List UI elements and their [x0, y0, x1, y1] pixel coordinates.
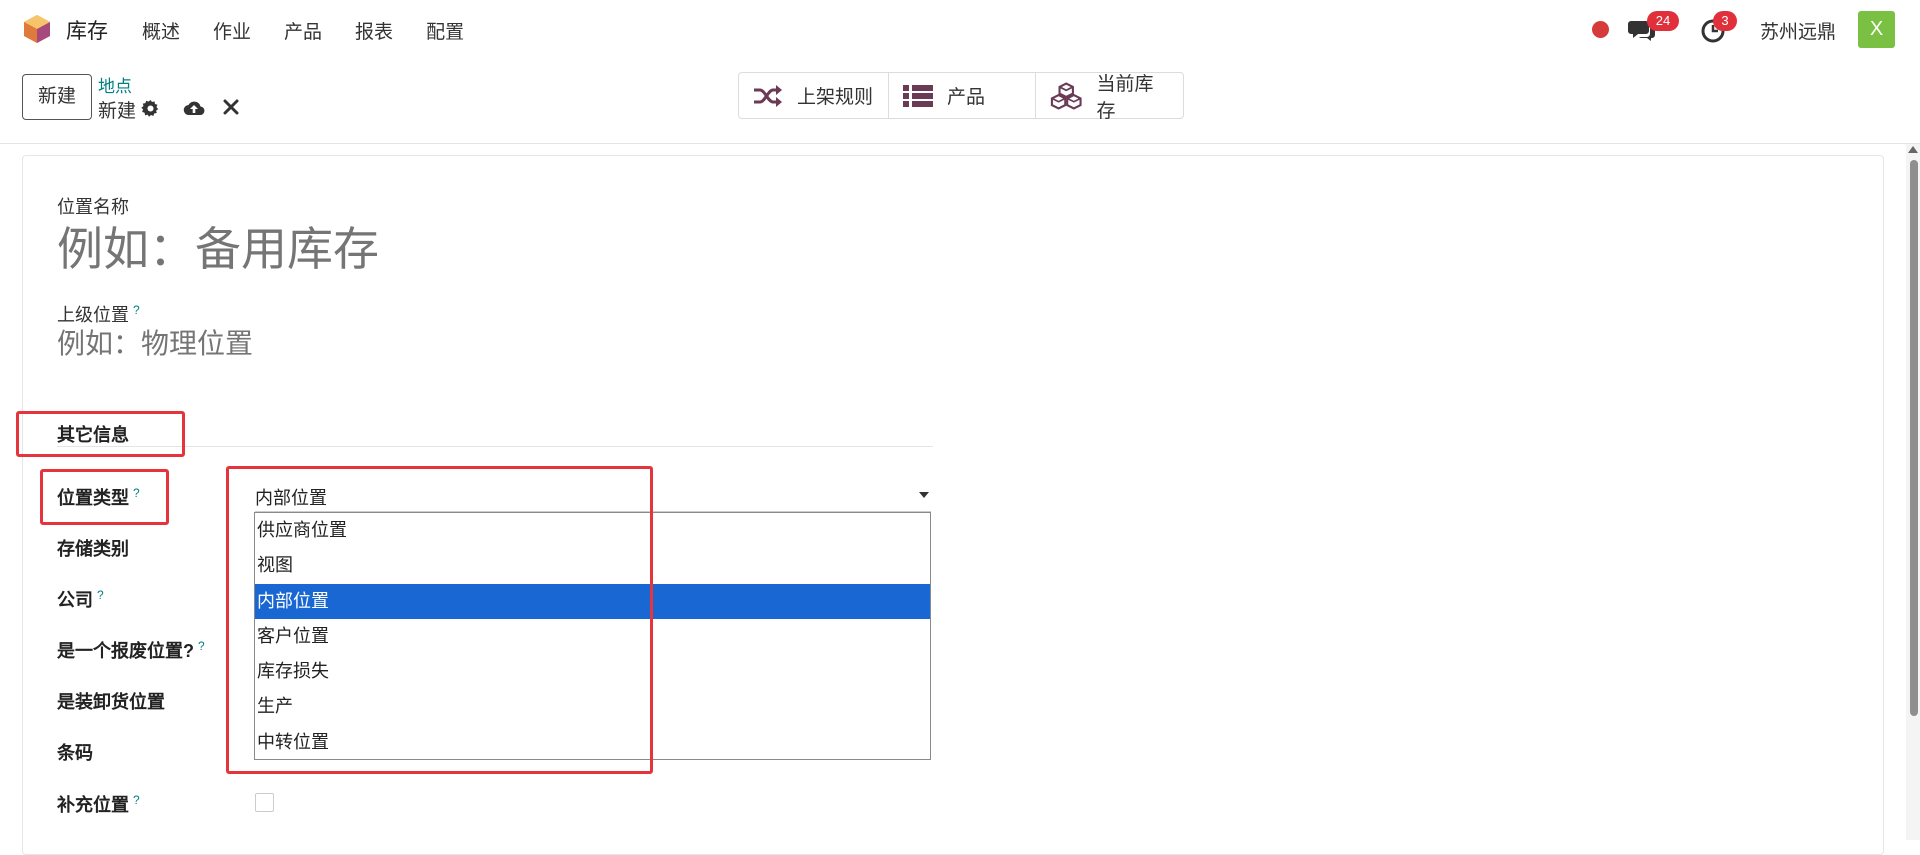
section-divider	[57, 446, 933, 447]
inventory-app-icon[interactable]	[22, 14, 52, 44]
help-tooltip-icon[interactable]: ?	[133, 793, 140, 807]
barcode-label: 条码	[57, 743, 93, 763]
menu-item-operations[interactable]: 作业	[213, 17, 251, 44]
company-label-text: 公司	[57, 590, 93, 610]
parent-location-label-text: 上级位置	[57, 305, 129, 325]
highlight-box-dropdown	[226, 466, 653, 774]
shuffle-icon	[754, 84, 782, 107]
menu-item-configuration[interactable]: 配置	[426, 17, 464, 44]
current-stock-button[interactable]: 当前库存	[1036, 73, 1183, 122]
scroll-up-arrow-icon[interactable]	[1908, 146, 1918, 153]
location-name-label: 位置名称	[57, 197, 129, 217]
current-stock-label: 当前库存	[1096, 73, 1154, 122]
scrap-location-label: 是一个报废位置??	[57, 637, 205, 663]
putaway-rules-label: 上架规则	[797, 87, 874, 108]
storage-category-label: 存储类别	[57, 539, 129, 559]
menu-item-products[interactable]: 产品	[284, 17, 322, 44]
scrap-location-label-text: 是一个报废位置?	[57, 641, 194, 661]
gear-icon[interactable]	[141, 99, 160, 118]
products-button[interactable]: 产品	[889, 73, 1036, 118]
user-avatar[interactable]: X	[1858, 11, 1895, 48]
save-cloud-icon[interactable]	[183, 98, 205, 118]
dock-location-label: 是装卸货位置	[57, 692, 165, 712]
menu-item-reporting[interactable]: 报表	[355, 17, 393, 44]
replenish-location-label: 补充位置?	[57, 791, 140, 817]
menu-item-overview[interactable]: 概述	[142, 17, 180, 44]
breadcrumb-locations[interactable]: 地点	[98, 72, 132, 97]
discard-close-icon[interactable]	[223, 99, 239, 115]
company-switcher[interactable]: 苏州远鼎	[1760, 17, 1836, 44]
highlight-box-section	[16, 411, 185, 457]
replenish-location-checkbox[interactable]	[255, 793, 274, 812]
location-name-input[interactable]	[57, 222, 657, 276]
company-label: 公司?	[57, 586, 104, 612]
status-dot-icon[interactable]	[1592, 21, 1609, 38]
cubes-icon	[1050, 81, 1082, 110]
breadcrumb-current: 新建	[98, 101, 137, 122]
help-tooltip-icon[interactable]: ?	[133, 303, 140, 317]
putaway-rules-button[interactable]: 上架规则	[739, 73, 889, 118]
main-menu: 概述 作业 产品 报表 配置	[142, 17, 497, 44]
top-navbar: 库存 概述 作业 产品 报表 配置 24 3 苏州远鼎 X	[0, 0, 1920, 58]
list-icon	[903, 84, 933, 107]
control-panel: 新建 地点 新建 上架规则 产品 当前库存	[0, 58, 1920, 144]
help-tooltip-icon[interactable]: ?	[198, 639, 205, 653]
caret-down-icon	[919, 492, 929, 498]
help-tooltip-icon[interactable]: ?	[97, 588, 104, 602]
replenish-location-label-text: 补充位置	[57, 795, 129, 815]
app-name[interactable]: 库存	[66, 15, 108, 45]
smart-buttons: 上架规则 产品 当前库存	[738, 72, 1184, 122]
scrollbar-thumb[interactable]	[1910, 160, 1918, 716]
activities-count-badge: 3	[1713, 11, 1737, 31]
messages-count-badge: 24	[1647, 11, 1679, 31]
highlight-box-type-label	[40, 469, 169, 525]
parent-location-input[interactable]	[57, 328, 657, 360]
parent-location-label: 上级位置?	[57, 301, 140, 327]
products-label: 产品	[947, 87, 986, 108]
new-button[interactable]: 新建	[22, 74, 92, 120]
